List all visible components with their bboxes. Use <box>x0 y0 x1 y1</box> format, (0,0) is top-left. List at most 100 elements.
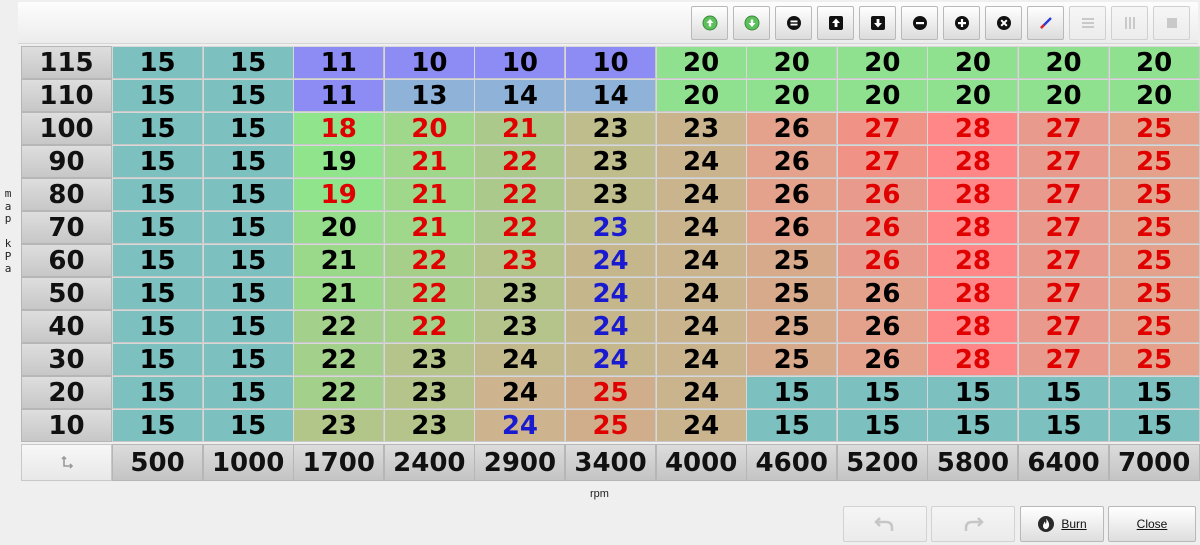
y-axis-cell[interactable]: 20 <box>21 376 112 409</box>
table-cell[interactable]: 25 <box>1108 244 1200 277</box>
table-cell[interactable]: 27 <box>1018 343 1110 376</box>
table-cell[interactable]: 28 <box>927 211 1019 244</box>
table-cell[interactable]: 24 <box>655 409 747 442</box>
table-cell[interactable]: 15 <box>202 79 294 112</box>
table-cell[interactable]: 20 <box>927 79 1019 112</box>
table-cell[interactable]: 20 <box>655 46 747 79</box>
table-cell[interactable]: 15 <box>202 178 294 211</box>
table-cell[interactable]: 28 <box>927 178 1019 211</box>
table-cell[interactable]: 21 <box>474 112 566 145</box>
table-cell[interactable]: 15 <box>202 277 294 310</box>
table-cell[interactable]: 26 <box>746 211 838 244</box>
table-cell[interactable]: 15 <box>202 211 294 244</box>
table-cell[interactable]: 22 <box>474 145 566 178</box>
table-cell[interactable]: 25 <box>746 343 838 376</box>
table-cell[interactable]: 15 <box>112 112 204 145</box>
table-cell[interactable]: 24 <box>655 211 747 244</box>
table-cell[interactable]: 25 <box>565 409 657 442</box>
table-cell[interactable]: 26 <box>746 178 838 211</box>
table-cell[interactable]: 27 <box>1018 178 1110 211</box>
table-cell[interactable]: 25 <box>1108 211 1200 244</box>
table-cell[interactable]: 10 <box>474 46 566 79</box>
table-cell[interactable]: 26 <box>836 178 928 211</box>
table-cell[interactable]: 24 <box>655 376 747 409</box>
decrement-button[interactable] <box>733 6 770 40</box>
x-axis-cell[interactable]: 5800 <box>927 444 1019 481</box>
swap-axes-button[interactable] <box>21 444 112 481</box>
table-cell[interactable]: 15 <box>202 376 294 409</box>
table-cell[interactable]: 15 <box>112 277 204 310</box>
increment-button[interactable] <box>691 6 728 40</box>
set-equal-button[interactable] <box>775 6 812 40</box>
table-cell[interactable]: 15 <box>927 376 1019 409</box>
table-cell[interactable]: 25 <box>746 277 838 310</box>
table-cell[interactable]: 25 <box>1108 178 1200 211</box>
table-cell[interactable]: 23 <box>474 244 566 277</box>
table-cell[interactable]: 26 <box>836 244 928 277</box>
table-cell[interactable]: 20 <box>293 211 385 244</box>
y-axis-cell[interactable]: 60 <box>21 244 112 277</box>
table-cell[interactable]: 21 <box>293 277 385 310</box>
table-cell[interactable]: 20 <box>836 46 928 79</box>
interpolate-button[interactable] <box>1027 6 1064 40</box>
table-cell[interactable]: 14 <box>565 79 657 112</box>
multiply-button[interactable] <box>985 6 1022 40</box>
x-axis-cell[interactable]: 4000 <box>655 444 747 481</box>
table-cell[interactable]: 25 <box>1108 145 1200 178</box>
table-cell[interactable]: 10 <box>383 46 475 79</box>
table-cell[interactable]: 21 <box>293 244 385 277</box>
table-cell[interactable]: 25 <box>746 244 838 277</box>
table-cell[interactable]: 27 <box>836 112 928 145</box>
table-cell[interactable]: 25 <box>1108 277 1200 310</box>
table-cell[interactable]: 24 <box>565 310 657 343</box>
x-axis-cell[interactable]: 3400 <box>565 444 657 481</box>
y-axis-cell[interactable]: 110 <box>21 79 112 112</box>
table-cell[interactable]: 25 <box>746 310 838 343</box>
table-cell[interactable]: 26 <box>746 145 838 178</box>
table-cell[interactable]: 21 <box>383 178 475 211</box>
table-cell[interactable]: 20 <box>746 46 838 79</box>
table-cell[interactable]: 19 <box>293 178 385 211</box>
x-axis-cell[interactable]: 6400 <box>1018 444 1110 481</box>
table-cell[interactable]: 15 <box>112 376 204 409</box>
x-axis-cell[interactable]: 5200 <box>836 444 928 481</box>
table-cell[interactable]: 15 <box>1018 376 1110 409</box>
y-axis-cell[interactable]: 50 <box>21 277 112 310</box>
y-axis-cell[interactable]: 115 <box>21 46 112 79</box>
table-cell[interactable]: 26 <box>836 343 928 376</box>
table-cell[interactable]: 10 <box>565 46 657 79</box>
table-cell[interactable]: 24 <box>655 145 747 178</box>
table-cell[interactable]: 24 <box>655 178 747 211</box>
table-cell[interactable]: 13 <box>383 79 475 112</box>
burn-button[interactable]: Burn <box>1020 506 1104 542</box>
raise-button[interactable] <box>817 6 854 40</box>
table-cell[interactable]: 28 <box>927 244 1019 277</box>
table-cell[interactable]: 24 <box>474 343 566 376</box>
table-cell[interactable]: 18 <box>293 112 385 145</box>
table-cell[interactable]: 23 <box>383 376 475 409</box>
table-cell[interactable]: 22 <box>293 343 385 376</box>
table-cell[interactable]: 15 <box>202 46 294 79</box>
x-axis-cell[interactable]: 7000 <box>1108 444 1200 481</box>
table-cell[interactable]: 27 <box>1018 244 1110 277</box>
table-cell[interactable]: 26 <box>746 112 838 145</box>
table-cell[interactable]: 27 <box>1018 310 1110 343</box>
table-cell[interactable]: 21 <box>383 145 475 178</box>
table-cell[interactable]: 23 <box>474 277 566 310</box>
table-cell[interactable]: 15 <box>202 409 294 442</box>
table-cell[interactable]: 27 <box>836 145 928 178</box>
table-cell[interactable]: 15 <box>836 409 928 442</box>
table-cell[interactable]: 11 <box>293 79 385 112</box>
table-cell[interactable]: 23 <box>474 310 566 343</box>
table-cell[interactable]: 22 <box>474 178 566 211</box>
table-cell[interactable]: 23 <box>383 409 475 442</box>
table-cell[interactable]: 20 <box>746 79 838 112</box>
table-cell[interactable]: 23 <box>565 211 657 244</box>
table-cell[interactable]: 27 <box>1018 277 1110 310</box>
table-cell[interactable]: 25 <box>1108 310 1200 343</box>
interpolate-columns-button[interactable] <box>1111 6 1148 40</box>
table-cell[interactable]: 15 <box>112 46 204 79</box>
table-cell[interactable]: 22 <box>383 310 475 343</box>
y-axis-cell[interactable]: 10 <box>21 409 112 442</box>
table-cell[interactable]: 26 <box>836 277 928 310</box>
